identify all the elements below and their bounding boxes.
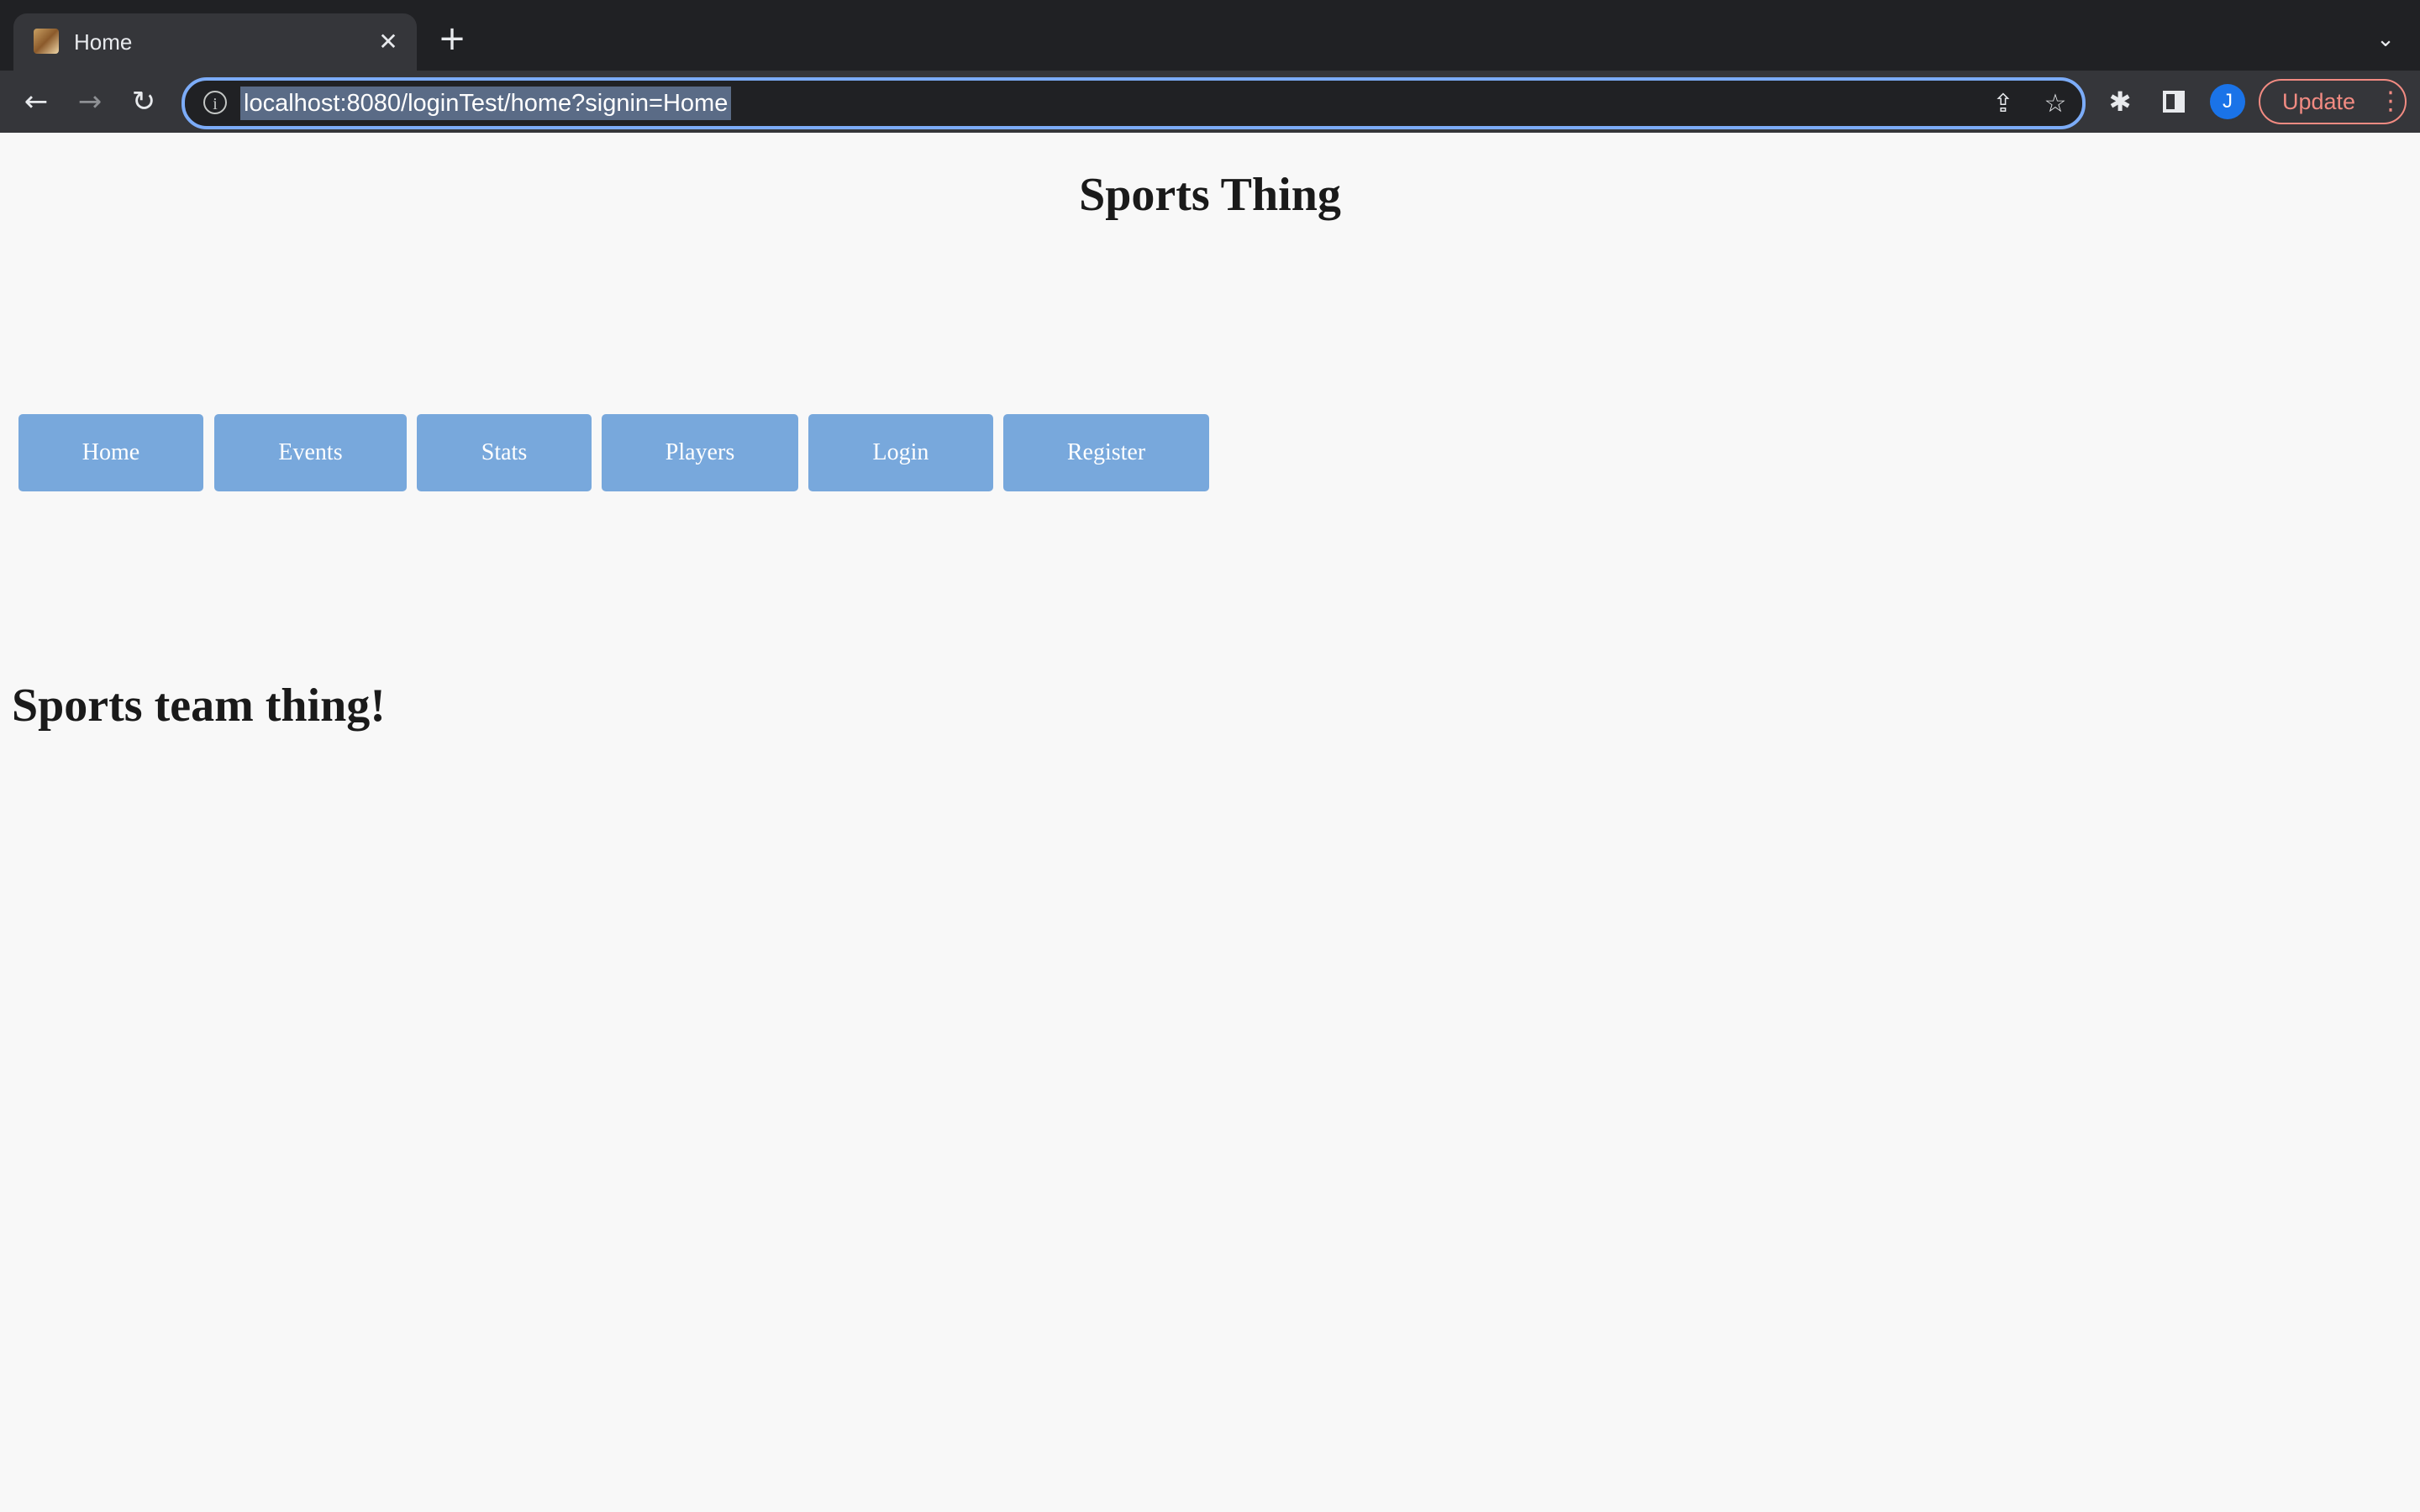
chevron-down-icon[interactable]: ⌄: [2371, 25, 2400, 54]
page-content: Sports Thing Home Events Stats Players L…: [0, 133, 2420, 1512]
page-headline: Sports team thing!: [12, 680, 386, 732]
nav-home-button[interactable]: Home: [18, 414, 203, 491]
star-icon[interactable]: ☆: [2039, 87, 2072, 121]
nav-players-button[interactable]: Players: [602, 414, 798, 491]
puzzle-icon[interactable]: ✱: [2101, 82, 2139, 121]
close-icon[interactable]: ✕: [371, 25, 405, 59]
arrow-right-icon[interactable]: →: [71, 82, 109, 121]
address-bar-url[interactable]: localhost:8080/loginTest/home?signin=Hom…: [240, 87, 732, 120]
plus-icon[interactable]: +: [435, 22, 469, 55]
browser-toolbar: ← → ↻ i localhost:8080/loginTest/home?si…: [0, 71, 2420, 133]
tab-strip: Home ✕ + ⌄: [0, 0, 2420, 71]
info-icon[interactable]: i: [203, 91, 227, 114]
tab-title: Home: [74, 29, 133, 55]
side-panel-icon[interactable]: [2163, 91, 2185, 113]
update-label: Update: [2282, 89, 2356, 114]
arrow-left-icon[interactable]: ←: [17, 82, 55, 121]
nav-login-button[interactable]: Login: [808, 414, 993, 491]
share-icon[interactable]: ⇪: [1986, 87, 2020, 121]
update-button[interactable]: Update ⋮: [2259, 79, 2407, 124]
address-bar[interactable]: i localhost:8080/loginTest/home?signin=H…: [182, 77, 2086, 129]
nav-events-button[interactable]: Events: [214, 414, 407, 491]
tab-home[interactable]: Home ✕: [13, 13, 417, 71]
site-favicon-icon: [34, 29, 59, 54]
avatar[interactable]: J: [2210, 84, 2245, 119]
nav-stats-button[interactable]: Stats: [417, 414, 592, 491]
reload-icon[interactable]: ↻: [124, 82, 163, 121]
browser-chrome: Home ✕ + ⌄ ← → ↻ i localhost:8080/loginT…: [0, 0, 2420, 133]
page-title: Sports Thing: [1079, 169, 1341, 221]
more-vertical-icon[interactable]: ⋮: [2378, 81, 2403, 123]
nav-register-button[interactable]: Register: [1003, 414, 1209, 491]
